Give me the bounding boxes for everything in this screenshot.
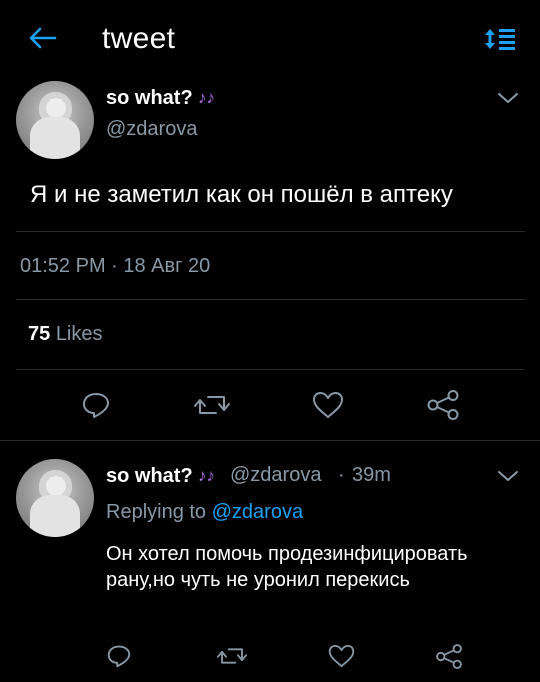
replying-to-label: Replying to <box>106 501 207 523</box>
like-button[interactable] <box>311 389 345 421</box>
likes-count[interactable]: 75 Likes <box>28 323 103 346</box>
reply-text: Он хотел помочь продезинфицировать рану,… <box>106 543 468 591</box>
page-title: tweet <box>102 22 176 55</box>
author-handle[interactable]: @zdarova <box>106 118 197 141</box>
retweet-button[interactable] <box>216 642 248 670</box>
sort-button[interactable] <box>484 25 518 53</box>
likes-number: 75 <box>28 323 51 345</box>
author-name[interactable]: so what? <box>106 87 193 110</box>
reply-author-name[interactable]: so what? <box>106 465 193 488</box>
chevron-down-icon[interactable] <box>496 90 520 106</box>
chevron-down-icon[interactable] <box>496 468 520 484</box>
divider <box>16 369 525 370</box>
divider <box>16 231 525 232</box>
tweet-timestamp[interactable]: 01:52 PM · 18 Авг 20 <box>20 255 210 278</box>
share-button[interactable] <box>425 389 461 421</box>
music-note-emoji: ♪♪ <box>198 466 215 485</box>
likes-label: Likes <box>55 323 103 345</box>
reply-separator-dot: · <box>338 464 345 486</box>
sort-list-icon <box>485 29 515 50</box>
top-bar: tweet <box>0 0 540 78</box>
share-icon <box>427 390 459 420</box>
share-button[interactable] <box>434 642 464 670</box>
replying-to-link[interactable]: @zdarova <box>212 501 303 523</box>
like-icon <box>328 644 354 668</box>
like-icon <box>313 392 343 418</box>
reply-icon <box>83 393 109 418</box>
arrow-left-icon <box>29 27 57 49</box>
reply-button[interactable] <box>104 642 134 670</box>
reply-icon <box>107 645 131 668</box>
avatar[interactable] <box>16 459 94 537</box>
avatar[interactable] <box>16 81 94 159</box>
music-note-emoji: ♪♪ <box>198 88 215 107</box>
back-button[interactable] <box>26 24 58 52</box>
share-icon <box>436 643 462 669</box>
reply-author-handle[interactable]: @zdarova <box>230 464 321 487</box>
divider <box>16 299 525 300</box>
retweet-icon <box>194 396 230 414</box>
reply-age[interactable]: 39m <box>352 464 391 487</box>
reply-button[interactable] <box>79 389 113 421</box>
retweet-icon <box>217 648 247 664</box>
like-button[interactable] <box>326 642 356 670</box>
replying-to: Replying to @zdarova <box>106 501 303 524</box>
retweet-button[interactable] <box>193 389 231 421</box>
tweet-text: Я и не заметил как он пошёл в аптеку <box>30 181 453 208</box>
divider <box>0 440 540 441</box>
